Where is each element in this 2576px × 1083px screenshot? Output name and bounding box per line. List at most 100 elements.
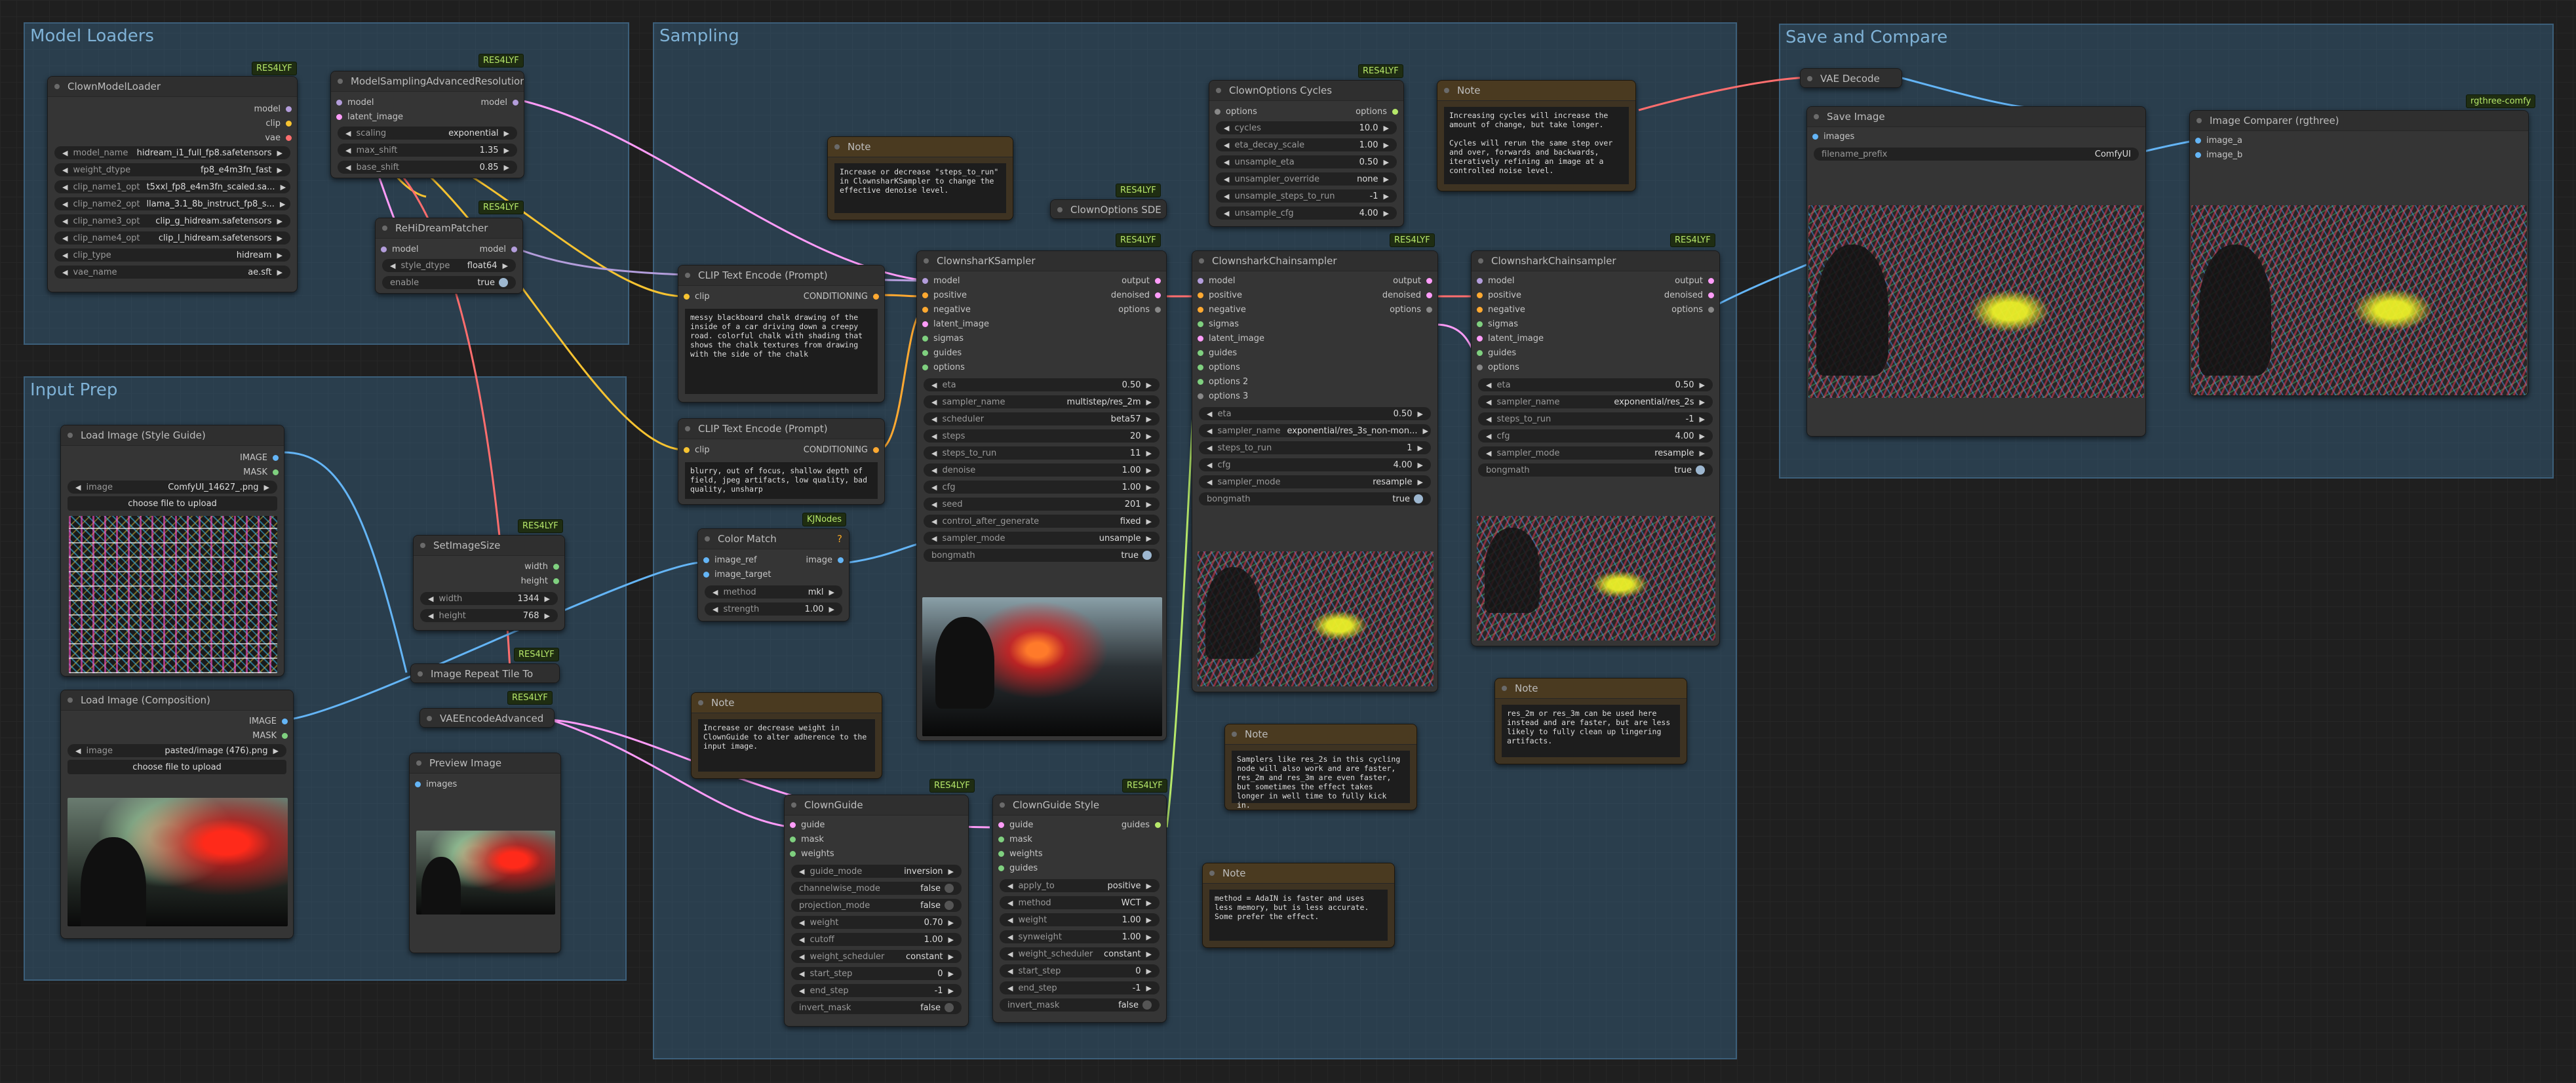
widget-unsampler-override[interactable]: ◀ unsampler_override none ▶ [1216, 172, 1397, 186]
note-res-node[interactable]: Note res_2m or res_3m can be used here i… [1494, 678, 1687, 764]
collapse-dot-icon[interactable] [1199, 258, 1204, 264]
widget-control-after-generate[interactable]: ◀ control_after_generate fixed ▶ [924, 515, 1160, 528]
output-image[interactable]: IMAGE [249, 717, 293, 726]
clown-options-cycles-node[interactable]: ClownOptions Cycles options options ◀ cyc… [1209, 80, 1404, 227]
widget-sampler-name[interactable]: ◀ sampler_name exponential/res_3s_non-mon.… [1199, 424, 1431, 437]
collapse-dot-icon[interactable] [418, 671, 423, 677]
widget-weight[interactable]: ◀ weight 1.00 ▶ [1000, 913, 1160, 926]
output-model[interactable]: model [481, 98, 524, 108]
output-output[interactable]: output [1393, 276, 1437, 286]
collapse-dot-icon[interactable] [791, 802, 796, 808]
output-vae[interactable]: vae [265, 133, 297, 143]
collapse-dot-icon[interactable] [420, 543, 425, 548]
input-weights[interactable]: weights [785, 849, 834, 859]
widget-end-step[interactable]: ◀ end_step -1 ▶ [1000, 981, 1160, 994]
collapse-dot-icon[interactable] [1444, 88, 1449, 93]
clownshark-sampler-node[interactable]: ClownsharKSampler model positive negativ… [916, 250, 1167, 741]
widget-enable-toggle[interactable]: enable true [382, 276, 516, 289]
input-sigmas[interactable]: sigmas [1192, 319, 1239, 329]
widget-sampler-mode[interactable]: ◀ sampler_mode resample ▶ [1478, 446, 1713, 460]
collapse-dot-icon[interactable] [685, 273, 690, 278]
widget-vae-name[interactable]: ◀ vae_name ae.sft ▶ [54, 266, 290, 279]
widget-model-name[interactable]: ◀ model_name hidream_i1_full_fp8.safetenso… [54, 146, 290, 159]
input-positive[interactable]: positive [1192, 290, 1242, 300]
widget-seed[interactable]: ◀ seed 201 ▶ [924, 498, 1160, 511]
prompt-textarea[interactable]: blurry, out of focus, shallow depth of f… [685, 462, 878, 499]
input-latent-image[interactable]: latent_image [1472, 334, 1544, 344]
input-images[interactable]: images [1807, 132, 1854, 142]
output-output[interactable]: output [1675, 276, 1719, 286]
widget-guide-mode[interactable]: ◀ guide_mode inversion ▶ [791, 865, 962, 878]
input-model[interactable]: model [1472, 276, 1514, 286]
collapse-dot-icon[interactable] [338, 79, 343, 84]
input-negative[interactable]: negative [1192, 305, 1246, 315]
input-clip[interactable]: clip [678, 445, 710, 455]
output-options[interactable]: options [1118, 305, 1166, 315]
output-image[interactable]: IMAGE [240, 453, 284, 463]
output-clip[interactable]: clip [265, 119, 297, 128]
input-clip[interactable]: clip [678, 292, 710, 302]
input-guide[interactable]: guide [993, 820, 1033, 830]
input-guides[interactable]: guides [993, 863, 1038, 873]
input-model[interactable]: model [376, 245, 418, 254]
output-conditioning[interactable]: CONDITIONING [804, 292, 884, 302]
note-text[interactable]: Increase or decrease weight in ClownGuid… [698, 719, 875, 772]
output-model[interactable]: model [480, 245, 522, 254]
widget-unsample-steps-to-run[interactable]: ◀ unsample_steps_to_run -1 ▶ [1216, 189, 1397, 203]
widget-base-shift[interactable]: ◀ base_shift 0.85 ▶ [338, 161, 517, 174]
output-width[interactable]: width [524, 562, 564, 572]
input-sigmas[interactable]: sigmas [917, 334, 964, 344]
output-denoised[interactable]: denoised [1664, 290, 1719, 300]
clip-text-encode-negative-node[interactable]: CLIP Text Encode (Prompt) clip CONDITION… [678, 418, 885, 505]
widget-start-step[interactable]: ◀ start_step 0 ▶ [791, 967, 962, 980]
widget-image-select[interactable]: ◀ image ComfyUI_14627_.png ▶ [68, 481, 277, 494]
input-negative[interactable]: negative [1472, 305, 1525, 315]
widget-cfg[interactable]: ◀ cfg 4.00 ▶ [1199, 458, 1431, 471]
image-repeat-tile-node[interactable]: Image Repeat Tile To [410, 663, 560, 683]
input-options[interactable]: options [917, 363, 965, 372]
widget-scheduler[interactable]: ◀ scheduler beta57 ▶ [924, 412, 1160, 425]
widget-method[interactable]: ◀ method mkl ▶ [705, 585, 842, 599]
widget-clip-name3[interactable]: ◀ clip_name3_opt clip_g_hidream.safetensor… [54, 214, 290, 227]
collapse-dot-icon[interactable] [68, 698, 73, 703]
input-guide[interactable]: guide [785, 820, 825, 830]
widget-sampler-mode[interactable]: ◀ sampler_mode resample ▶ [1199, 475, 1431, 488]
widget-steps[interactable]: ◀ steps 20 ▶ [924, 429, 1160, 443]
input-guides[interactable]: guides [1472, 348, 1516, 358]
collapse-dot-icon[interactable] [1000, 802, 1005, 808]
widget-bongmath-toggle[interactable]: bongmath true [924, 549, 1160, 562]
input-sigmas[interactable]: sigmas [1472, 319, 1518, 329]
output-mask[interactable]: MASK [243, 467, 284, 477]
collapse-dot-icon[interactable] [68, 433, 73, 438]
output-height[interactable]: height [521, 576, 564, 586]
set-image-size-node[interactable]: SetImageSize width height ◀ width 1344 ▶ ◀ h… [413, 535, 565, 631]
input-options[interactable]: options [1192, 363, 1240, 372]
load-image-style-node[interactable]: Load Image (Style Guide) IMAGE MASK ◀ ima… [60, 425, 284, 677]
input-image-target[interactable]: image_target [698, 570, 771, 580]
widget-weight-scheduler[interactable]: ◀ weight_scheduler constant ▶ [1000, 947, 1160, 960]
widget-cfg[interactable]: ◀ cfg 4.00 ▶ [1478, 429, 1713, 443]
clown-model-loader-node[interactable]: ClownModelLoader model clip vae ◀ model_n… [47, 76, 298, 292]
input-weights[interactable]: weights [993, 849, 1043, 859]
input-latent-image[interactable]: latent_image [917, 319, 989, 329]
color-match-node[interactable]: Color Match? image_ref image_target imag… [697, 528, 849, 621]
collapse-dot-icon[interactable] [54, 84, 60, 89]
collapse-dot-icon[interactable] [698, 700, 703, 705]
collapse-dot-icon[interactable] [382, 226, 387, 231]
widget-height[interactable]: ◀ height 768 ▶ [420, 609, 558, 622]
widget-weight-scheduler[interactable]: ◀ weight_scheduler constant ▶ [791, 950, 962, 963]
collapse-dot-icon[interactable] [834, 144, 840, 149]
upload-button[interactable]: choose file to upload [68, 760, 286, 774]
input-model[interactable]: model [331, 98, 374, 108]
note-text[interactable]: Samplers like res_2s in this cycling nod… [1232, 751, 1410, 810]
output-model[interactable]: model [254, 104, 297, 114]
clownshark-chainsampler-node-2[interactable]: ClownsharkChainsampler model positive ne… [1471, 250, 1720, 646]
widget-sampler-name[interactable]: ◀ sampler_name multistep/res_2m ▶ [924, 395, 1160, 408]
input-options[interactable]: options [1472, 363, 1519, 372]
note-text[interactable]: method = AdaIN is faster and uses less m… [1209, 890, 1388, 941]
collapse-dot-icon[interactable] [1057, 207, 1063, 212]
widget-end-step[interactable]: ◀ end_step -1 ▶ [791, 984, 962, 997]
widget-clip-type[interactable]: ◀ clip_type hidream ▶ [54, 248, 290, 262]
widget-eta[interactable]: ◀ eta 0.50 ▶ [1199, 407, 1431, 420]
widget-clip-name2[interactable]: ◀ clip_name2_opt llama_3.1_8b_instruct_fp8… [54, 197, 290, 210]
